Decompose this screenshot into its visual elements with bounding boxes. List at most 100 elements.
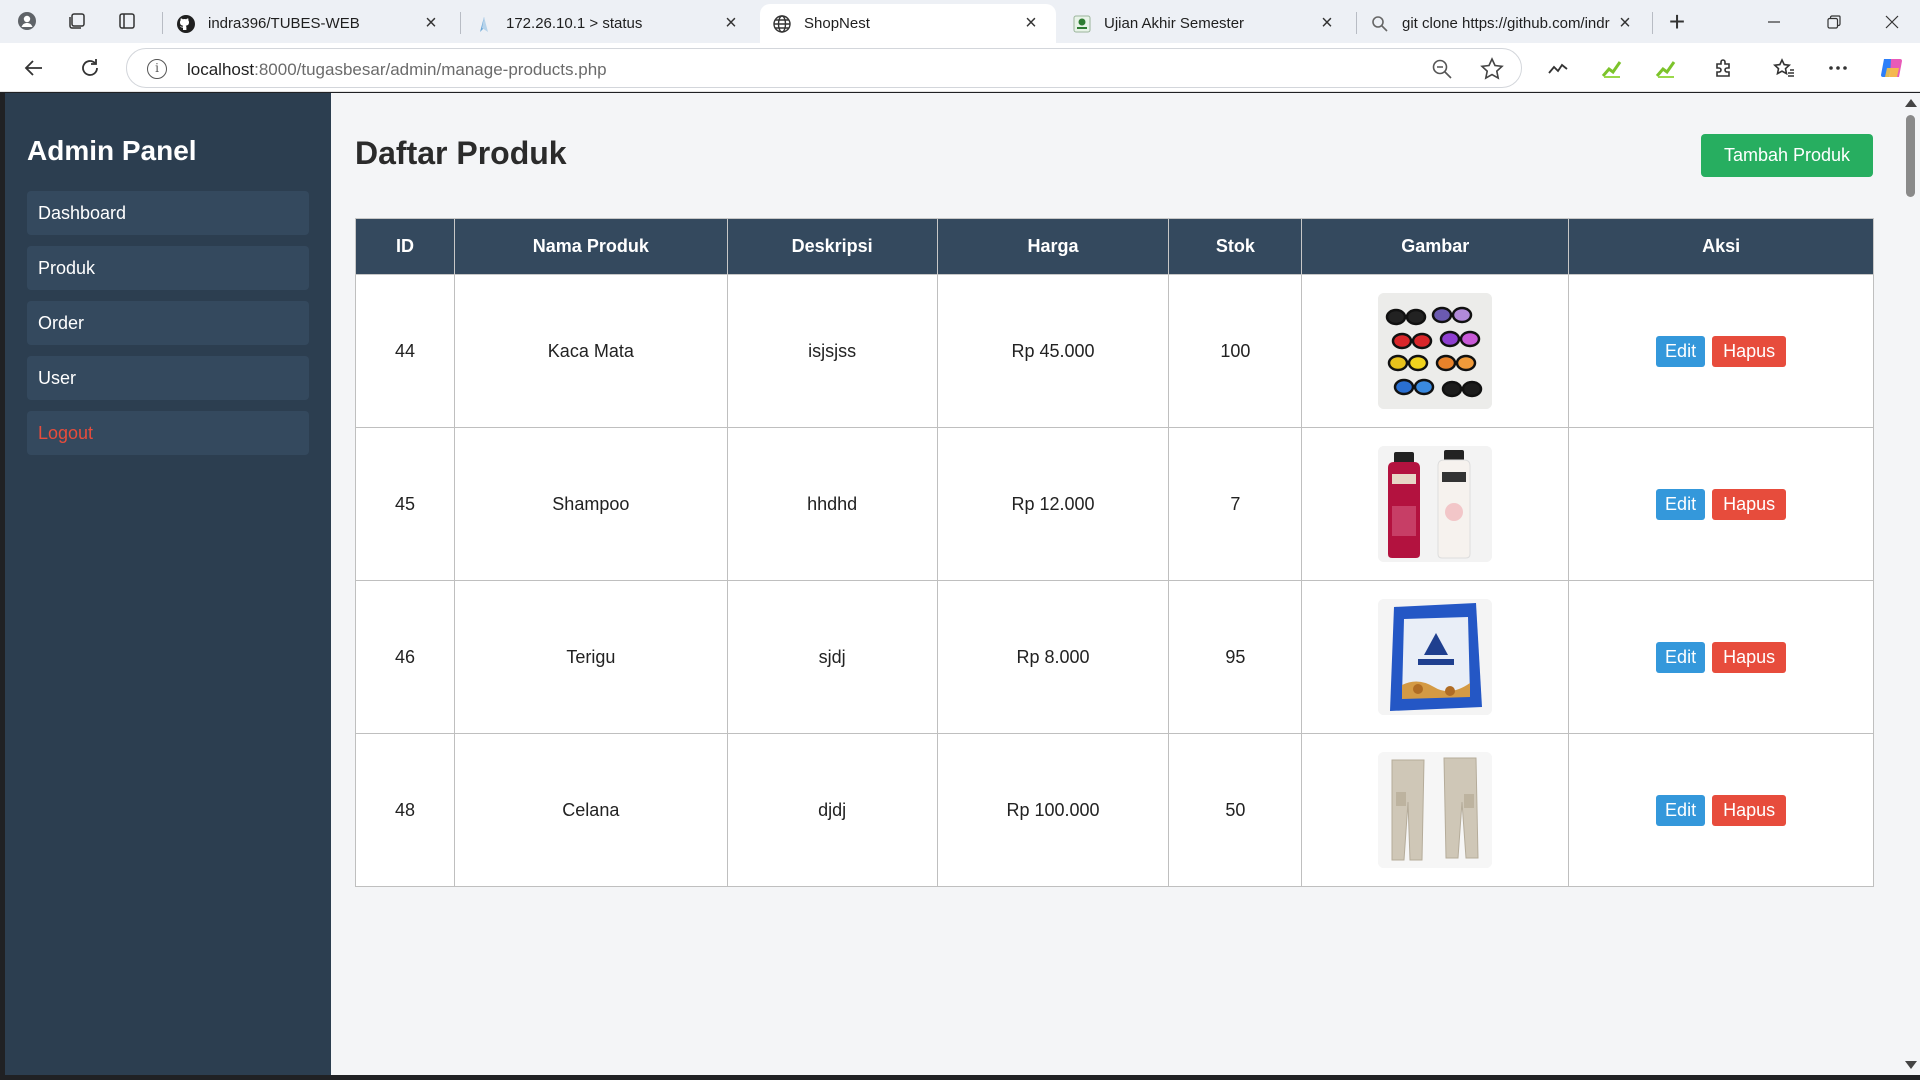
favorite-star-icon[interactable] bbox=[1479, 56, 1505, 82]
flour-bag-image bbox=[1378, 599, 1493, 715]
table-row: 48 Celana djdj Rp 100.000 50 Edit Hapus bbox=[355, 733, 1874, 887]
restore-button[interactable] bbox=[1806, 0, 1862, 43]
tab-title: 172.26.10.1 > status bbox=[506, 15, 643, 32]
sidebar-item-order[interactable]: Order bbox=[27, 301, 309, 345]
delete-button[interactable]: Hapus bbox=[1712, 335, 1787, 367]
pants-image bbox=[1378, 752, 1493, 868]
cell-description: djdj bbox=[726, 733, 938, 887]
site-info-icon[interactable]: i bbox=[147, 59, 167, 79]
zoom-out-icon[interactable] bbox=[1431, 58, 1453, 80]
sidebar-item-logout[interactable]: Logout bbox=[27, 411, 309, 455]
sidebar-item-dashboard[interactable]: Dashboard bbox=[27, 191, 309, 235]
tab-actions-icon[interactable] bbox=[110, 6, 144, 36]
extensions-puzzle-icon[interactable] bbox=[1708, 52, 1740, 84]
cell-price: Rp 8.000 bbox=[936, 580, 1170, 734]
page-scrollbar[interactable] bbox=[1900, 93, 1920, 1075]
back-button[interactable] bbox=[16, 50, 52, 86]
delete-button[interactable]: Hapus bbox=[1712, 794, 1787, 826]
cell-id: 44 bbox=[355, 274, 455, 428]
tab-title: git clone https://github.com/indr bbox=[1402, 15, 1610, 32]
cell-stock: 95 bbox=[1168, 580, 1303, 734]
column-header-stock: Stok bbox=[1168, 218, 1303, 275]
cell-price: Rp 12.000 bbox=[936, 427, 1170, 581]
column-header-id: ID bbox=[355, 218, 455, 275]
router-icon bbox=[474, 14, 494, 34]
edit-button[interactable]: Edit bbox=[1656, 641, 1706, 673]
browser-toolbar: i localhost:8000/tugasbesar/admin/manage… bbox=[0, 43, 1920, 92]
add-product-button[interactable]: Tambah Produk bbox=[1701, 134, 1873, 177]
tab-title: ShopNest bbox=[804, 15, 870, 32]
page-title: Daftar Produk bbox=[355, 135, 567, 171]
extension-chart-icon[interactable] bbox=[1650, 52, 1682, 84]
cell-id: 46 bbox=[355, 580, 455, 734]
column-header-description: Deskripsi bbox=[726, 218, 938, 275]
table-row: 46 Terigu sjdj Rp 8.000 95 Edit Hapus bbox=[355, 580, 1874, 734]
cell-description: sjdj bbox=[726, 580, 938, 734]
cell-stock: 7 bbox=[1168, 427, 1303, 581]
extension-chart-icon[interactable] bbox=[1596, 52, 1628, 84]
main-content: Daftar Produk Tambah Produk ID Nama Prod… bbox=[331, 93, 1891, 1075]
more-options-icon[interactable] bbox=[1822, 52, 1854, 84]
edit-button[interactable]: Edit bbox=[1656, 335, 1706, 367]
copilot-icon[interactable] bbox=[1876, 52, 1908, 84]
table-row: 45 Shampoo hhdhd Rp 12.000 7 Edit Hapus bbox=[355, 427, 1874, 581]
minimize-button[interactable] bbox=[1746, 0, 1802, 43]
cell-price: Rp 100.000 bbox=[936, 733, 1170, 887]
favorites-list-icon[interactable] bbox=[1768, 52, 1800, 84]
close-icon[interactable]: × bbox=[420, 12, 442, 35]
profile-icon[interactable] bbox=[10, 6, 44, 36]
search-icon bbox=[1370, 14, 1390, 34]
scroll-up-arrow-icon[interactable] bbox=[1905, 99, 1917, 107]
sidebar-title: Admin Panel bbox=[27, 135, 197, 166]
sidebar-item-user[interactable]: User bbox=[27, 356, 309, 400]
cell-image bbox=[1301, 274, 1570, 428]
tab-title: Ujian Akhir Semester bbox=[1104, 15, 1245, 32]
scrollbar-thumb[interactable] bbox=[1906, 115, 1915, 197]
cell-description: hhdhd bbox=[726, 427, 938, 581]
close-window-button[interactable] bbox=[1864, 0, 1920, 43]
sidebar-item-produk[interactable]: Produk bbox=[27, 246, 309, 290]
cell-stock: 50 bbox=[1168, 733, 1303, 887]
cell-price: Rp 45.000 bbox=[936, 274, 1170, 428]
tab-shopnest[interactable]: ShopNest × bbox=[760, 4, 1056, 43]
cell-name: Kaca Mata bbox=[453, 274, 728, 428]
cell-name: Shampoo bbox=[453, 427, 728, 581]
tab-router-status[interactable]: 172.26.10.1 > status × bbox=[462, 4, 756, 43]
cell-id: 45 bbox=[355, 427, 455, 581]
cell-image bbox=[1301, 733, 1570, 887]
edit-button[interactable]: Edit bbox=[1656, 488, 1706, 520]
tab-ujian[interactable]: Ujian Akhir Semester × bbox=[1060, 4, 1352, 43]
tab-github[interactable]: indra396/TUBES-WEB × bbox=[164, 4, 456, 43]
delete-button[interactable]: Hapus bbox=[1712, 641, 1787, 673]
close-icon[interactable]: × bbox=[1020, 12, 1042, 35]
school-icon bbox=[1072, 14, 1092, 34]
delete-button[interactable]: Hapus bbox=[1712, 488, 1787, 520]
cell-actions: Edit Hapus bbox=[1568, 580, 1874, 734]
column-header-name: Nama Produk bbox=[453, 218, 728, 275]
cell-actions: Edit Hapus bbox=[1568, 733, 1874, 887]
performance-icon[interactable] bbox=[1542, 52, 1574, 84]
cell-stock: 100 bbox=[1168, 274, 1303, 428]
close-icon[interactable]: × bbox=[1316, 12, 1338, 35]
cell-image bbox=[1301, 427, 1570, 581]
close-icon[interactable]: × bbox=[720, 12, 742, 35]
url-text[interactable]: localhost:8000/tugasbesar/admin/manage-p… bbox=[187, 60, 607, 80]
github-icon bbox=[176, 14, 196, 34]
workspaces-icon[interactable] bbox=[60, 6, 94, 36]
table-row: 44 Kaca Mata isjsjss Rp 45.000 100 Edit … bbox=[355, 274, 1874, 428]
refresh-button[interactable] bbox=[72, 50, 108, 86]
column-header-price: Harga bbox=[936, 218, 1170, 275]
scroll-down-arrow-icon[interactable] bbox=[1905, 1061, 1917, 1069]
column-header-actions: Aksi bbox=[1568, 218, 1874, 275]
tab-title: indra396/TUBES-WEB bbox=[208, 15, 360, 32]
cell-actions: Edit Hapus bbox=[1568, 427, 1874, 581]
shampoo-image bbox=[1378, 446, 1493, 562]
address-bar[interactable]: i localhost:8000/tugasbesar/admin/manage… bbox=[126, 48, 1522, 88]
tab-git-clone[interactable]: git clone https://github.com/indr × bbox=[1358, 4, 1650, 43]
edit-button[interactable]: Edit bbox=[1656, 794, 1706, 826]
cell-actions: Edit Hapus bbox=[1568, 274, 1874, 428]
close-icon[interactable]: × bbox=[1614, 12, 1636, 35]
column-header-image: Gambar bbox=[1301, 218, 1570, 275]
cell-id: 48 bbox=[355, 733, 455, 887]
new-tab-button[interactable]: + bbox=[1660, 6, 1694, 38]
